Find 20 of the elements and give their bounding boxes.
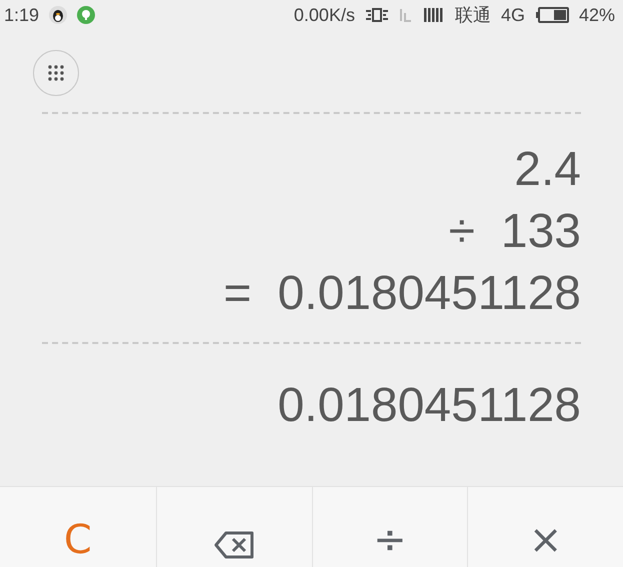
app-icon: [77, 6, 96, 24]
expression-value: 0.0180451128: [278, 266, 581, 320]
vibrate-icon: [364, 7, 389, 23]
result-value: 0.0180451128: [278, 378, 581, 432]
operator-symbol: ÷: [448, 204, 475, 258]
signal-icon: [398, 7, 413, 23]
backspace-icon: [214, 531, 254, 559]
network-speed: 0.00K/s: [294, 4, 355, 26]
menu-button[interactable]: [33, 50, 79, 96]
penguin-app-icon: [49, 6, 68, 24]
status-time: 1:19: [4, 4, 40, 26]
battery-percent: 42%: [578, 4, 615, 26]
battery-icon: [534, 7, 569, 23]
carrier-name: 联通: [454, 4, 491, 27]
signal-bars-icon: [422, 7, 445, 23]
expression-value: 133: [500, 204, 581, 258]
grid-icon: [48, 65, 64, 81]
operator-symbol: =: [224, 266, 252, 320]
network-type: 4G: [500, 4, 525, 26]
expression-value: 2.4: [514, 142, 581, 196]
